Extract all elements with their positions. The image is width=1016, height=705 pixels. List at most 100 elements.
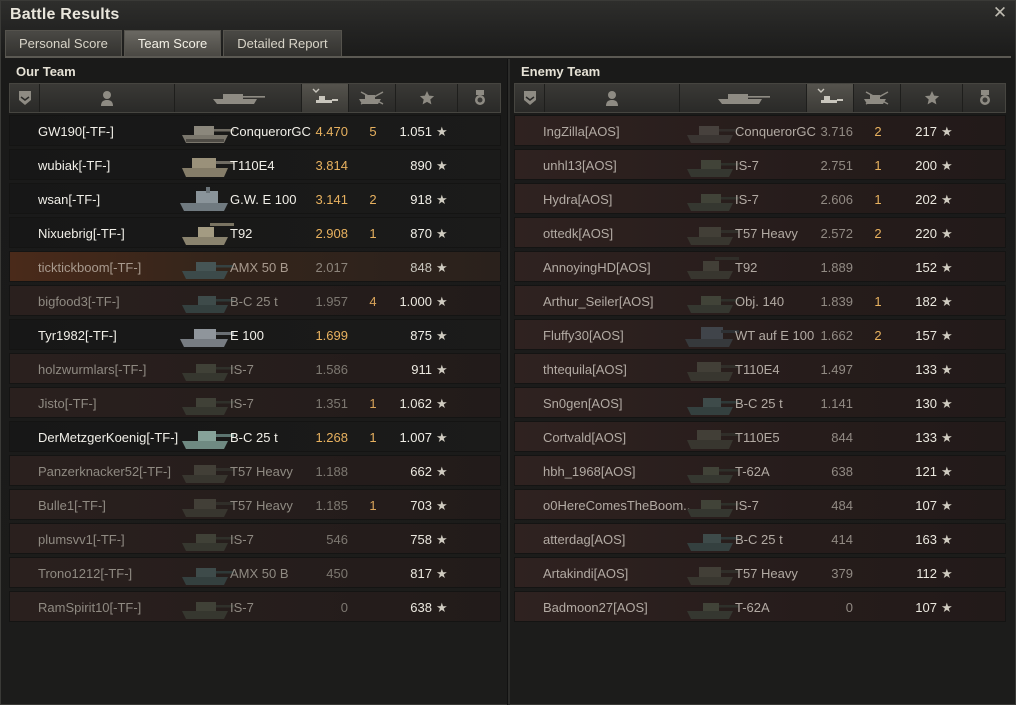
damage-value: 217: [915, 124, 937, 139]
medal-column-header[interactable]: [963, 84, 1007, 112]
damage-value: 133: [915, 362, 937, 377]
table-row[interactable]: IngZilla[AOS] ConquerorGC 3.716 2 217 ★: [514, 115, 1006, 146]
tab-team-score[interactable]: Team Score: [123, 30, 222, 56]
table-row[interactable]: DerMetzgerKoenig[-TF-] B-C 25 t 1.268 1 1.00…: [9, 421, 501, 452]
table-row[interactable]: wubiak[-TF-] T110E4 3.814 890 ★: [9, 149, 501, 180]
table-row[interactable]: Nixuebrig[-TF-] T92 2.908 1 870 ★: [9, 217, 501, 248]
tank-name: ConquerorGC: [230, 124, 311, 139]
player-column-header[interactable]: [545, 84, 680, 112]
battle-results-window: Battle Results ✕ Personal Score Team Sco…: [0, 0, 1016, 705]
player-name: holzwurmlars[-TF-]: [38, 362, 147, 377]
xp-column-header[interactable]: [302, 84, 349, 112]
player-name: o0HereComesTheBoom..: [543, 498, 691, 513]
our-team-panel: Our Team GW190[-TF-] ConquerorGC 4.470 5…: [7, 59, 504, 705]
enemy-team-panel: Enemy Team IngZilla[AOS] ConquerorGC 3.7…: [512, 59, 1009, 705]
squad-column-header[interactable]: [10, 84, 40, 112]
player-column-header[interactable]: [40, 84, 175, 112]
kills-value: 1: [874, 158, 882, 173]
squad-column-header[interactable]: [515, 84, 545, 112]
table-row[interactable]: Badmoon27[AOS] T-62A 0 107 ★: [514, 591, 1006, 622]
tank-icon: [687, 126, 739, 143]
tank-column-header[interactable]: [175, 84, 302, 112]
table-row[interactable]: Bulle1[-TF-] T57 Heavy 1.185 1 703 ★: [9, 489, 501, 520]
table-row[interactable]: Arthur_Seiler[AOS] Obj. 140 1.839 1 182 ★: [514, 285, 1006, 316]
player-name: Artakindi[AOS]: [543, 566, 629, 581]
xp-value: 3.814: [315, 158, 348, 173]
player-name: Fluffy30[AOS]: [543, 328, 624, 343]
tank-icon: [687, 500, 739, 517]
damage-value: 638: [410, 600, 432, 615]
player-name: thtequila[AOS]: [543, 362, 627, 377]
table-row[interactable]: GW190[-TF-] ConquerorGC 4.470 5 1.051 ★: [9, 115, 501, 146]
tank-icon: [718, 94, 770, 104]
tank-icon: [182, 499, 234, 517]
tank-icon: [687, 257, 739, 279]
tank-name: T-62A: [735, 464, 770, 479]
table-row[interactable]: plumsvv1[-TF-] IS-7 546 758 ★: [9, 523, 501, 554]
star-icon: ★: [941, 158, 953, 173]
tank-icon: [180, 187, 228, 211]
table-row[interactable]: Sn0gen[AOS] B-C 25 t 1.141 130 ★: [514, 387, 1006, 418]
table-row[interactable]: Trono1212[-TF-] AMX 50 B 450 817 ★: [9, 557, 501, 588]
table-row[interactable]: wsan[-TF-] G.W. E 100 3.141 2 918 ★: [9, 183, 501, 214]
tab-detailed-report[interactable]: Detailed Report: [223, 30, 342, 56]
tank-column-header[interactable]: [680, 84, 807, 112]
table-row[interactable]: unhl13[AOS] IS-7 2.751 1 200 ★: [514, 149, 1006, 180]
xp-icon: [312, 88, 338, 103]
damage-value: 182: [915, 294, 937, 309]
player-name: IngZilla[AOS]: [543, 124, 620, 139]
tank-name: T-62A: [735, 600, 770, 615]
tab-personal-score[interactable]: Personal Score: [5, 30, 122, 56]
table-row[interactable]: atterdag[AOS] B-C 25 t 414 163 ★: [514, 523, 1006, 554]
player-name: ottedk[AOS]: [543, 226, 614, 241]
damage-column-header[interactable]: [396, 84, 458, 112]
tank-name: WT auf E 100: [735, 328, 815, 343]
table-row[interactable]: Artakindi[AOS] T57 Heavy 379 112 ★: [514, 557, 1006, 588]
table-row[interactable]: Fluffy30[AOS] WT auf E 100 1.662 2 157 ★: [514, 319, 1006, 350]
table-row[interactable]: ottedk[AOS] T57 Heavy 2.572 2 220 ★: [514, 217, 1006, 248]
kills-column-header[interactable]: [349, 84, 396, 112]
tank-icon: [182, 398, 234, 415]
table-row[interactable]: Tyr1982[-TF-] E 100 1.699 875 ★: [9, 319, 501, 350]
table-row[interactable]: thtequila[AOS] T110E4 1.497 133 ★: [514, 353, 1006, 384]
damage-value: 200: [915, 158, 937, 173]
player-name: DerMetzgerKoenig[-TF-]: [38, 430, 179, 445]
table-row[interactable]: RamSpirit10[-TF-] IS-7 0 638 ★: [9, 591, 501, 622]
close-icon[interactable]: ✕: [991, 4, 1009, 22]
tab-underline: [5, 56, 1011, 58]
medal-icon: [980, 90, 990, 105]
tank-name: B-C 25 t: [230, 430, 278, 445]
medal-column-header[interactable]: [458, 84, 502, 112]
tab-bar: Personal Score Team Score Detailed Repor…: [5, 30, 342, 56]
tank-icon: [687, 296, 739, 313]
table-row[interactable]: Jisto[-TF-] IS-7 1.351 1 1.062 ★: [9, 387, 501, 418]
star-icon: ★: [941, 192, 953, 207]
xp-value: 0: [845, 600, 853, 615]
tank-icon: [687, 160, 739, 177]
kills-column-header[interactable]: [854, 84, 901, 112]
table-row-current-player[interactable]: ticktickboom[-TF-] AMX 50 B 2.017 848 ★: [9, 251, 501, 282]
table-row[interactable]: AnnoyingHD[AOS] T92 1.889 152 ★: [514, 251, 1006, 282]
player-icon: [101, 91, 113, 106]
tank-icon: [687, 603, 739, 619]
damage-value: 911: [411, 362, 432, 377]
damage-value: 1.000: [399, 294, 432, 309]
xp-value: 1.497: [820, 362, 853, 377]
table-row[interactable]: Panzerknacker52[-TF-] T57 Heavy 1.188 662 ★: [9, 455, 501, 486]
tank-icon: [687, 467, 739, 483]
player-name: AnnoyingHD[AOS]: [543, 260, 651, 275]
xp-column-header[interactable]: [807, 84, 854, 112]
player-name: Sn0gen[AOS]: [543, 396, 623, 411]
our-team-title: Our Team: [16, 64, 76, 79]
table-row[interactable]: hbh_1968[AOS] T-62A 638 121 ★: [514, 455, 1006, 486]
tank-icon: [182, 158, 234, 177]
table-row[interactable]: o0HereComesTheBoom.. IS-7 484 107 ★: [514, 489, 1006, 520]
kills-value: 2: [874, 328, 882, 343]
star-icon: ★: [941, 226, 953, 241]
table-row[interactable]: holzwurmlars[-TF-] IS-7 1.586 911 ★: [9, 353, 501, 384]
table-row[interactable]: bigfood3[-TF-] B-C 25 t 1.957 4 1.000 ★: [9, 285, 501, 316]
damage-value: 130: [915, 396, 937, 411]
table-row[interactable]: Cortvald[AOS] T110E5 844 133 ★: [514, 421, 1006, 452]
table-row[interactable]: Hydra[AOS] IS-7 2.606 1 202 ★: [514, 183, 1006, 214]
damage-column-header[interactable]: [901, 84, 963, 112]
